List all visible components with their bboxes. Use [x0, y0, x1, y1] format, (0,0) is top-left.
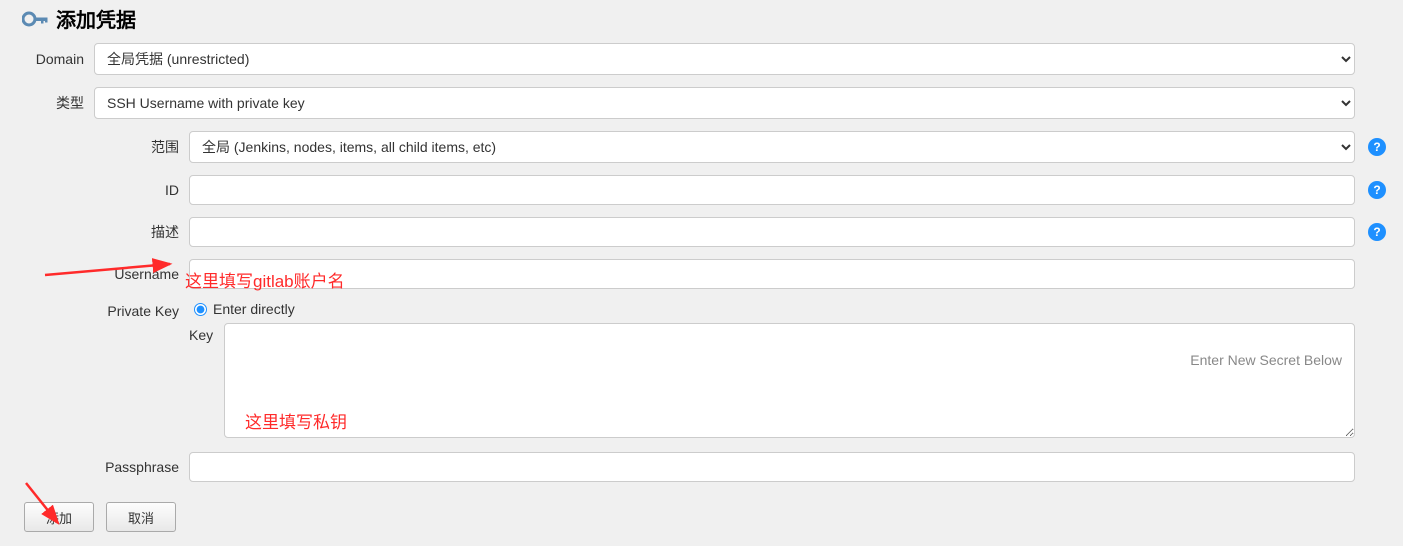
passphrase-input[interactable] — [189, 452, 1355, 482]
page-header: 添加凭据 — [14, 4, 1389, 33]
help-icon-desc[interactable]: ? — [1368, 223, 1386, 241]
id-input[interactable] — [189, 175, 1355, 205]
desc-label: 描述 — [14, 222, 189, 242]
help-icon-id[interactable]: ? — [1368, 181, 1386, 199]
desc-input[interactable] — [189, 217, 1355, 247]
domain-select[interactable]: 全局凭据 (unrestricted) — [94, 43, 1355, 75]
key-label: Key — [189, 323, 224, 343]
help-icon-scope[interactable]: ? — [1368, 138, 1386, 156]
cancel-button[interactable]: 取消 — [106, 502, 176, 532]
key-icon — [22, 10, 48, 28]
type-label: 类型 — [14, 93, 94, 113]
page-title: 添加凭据 — [56, 4, 136, 33]
type-select[interactable]: SSH Username with private key — [94, 87, 1355, 119]
key-textarea[interactable]: Enter New Secret Below — [224, 323, 1355, 438]
username-label: Username — [14, 266, 189, 282]
add-button[interactable]: 添加 — [24, 502, 94, 532]
enter-directly-radio[interactable] — [194, 303, 207, 316]
scope-select[interactable]: 全局 (Jenkins, nodes, items, all child ite… — [189, 131, 1355, 163]
passphrase-label: Passphrase — [14, 459, 189, 475]
key-placeholder: Enter New Secret Below — [237, 332, 1342, 368]
scope-label: 范围 — [14, 137, 189, 157]
username-input[interactable] — [189, 259, 1355, 289]
id-label: ID — [14, 182, 189, 198]
domain-label: Domain — [14, 51, 94, 67]
enter-directly-label: Enter directly — [213, 301, 295, 317]
private-key-label: Private Key — [14, 301, 189, 319]
